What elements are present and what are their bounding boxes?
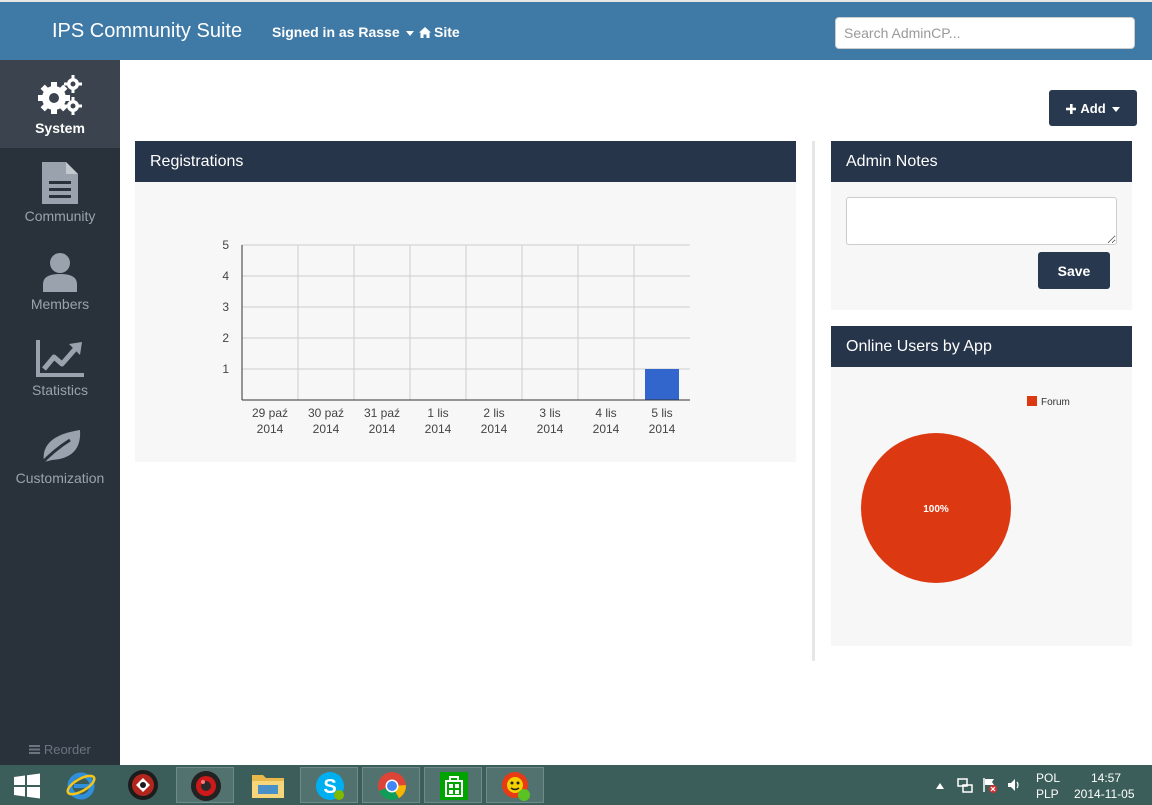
sidebar-item-statistics[interactable]: Statistics bbox=[0, 324, 120, 412]
slice-label: 100% bbox=[923, 504, 949, 515]
sidebar-item-system[interactable]: System bbox=[0, 60, 120, 148]
registrations-panel: Registrations 1 2 3 4 5 29 paź 2014 30 paź 2014 3… bbox=[135, 141, 796, 462]
x-tick-label: 31 paź bbox=[364, 406, 400, 420]
save-button[interactable]: Save bbox=[1038, 252, 1110, 289]
sidebar-item-members[interactable]: Members bbox=[0, 236, 120, 324]
network-icon[interactable] bbox=[957, 777, 973, 793]
online-users-panel: Online Users by App 100% Forum bbox=[831, 326, 1132, 646]
taskbar-internet-explorer[interactable] bbox=[52, 767, 110, 803]
admin-notes-body: Save bbox=[831, 182, 1132, 310]
online-users-body: 100% Forum bbox=[831, 367, 1132, 646]
y-tick-label: 2 bbox=[222, 331, 229, 345]
registrations-title: Registrations bbox=[135, 141, 796, 182]
admin-notes-panel: Admin Notes Save bbox=[831, 141, 1132, 310]
reorder-label: Reorder bbox=[43, 742, 91, 757]
x-tick-label: 2 lis bbox=[483, 406, 504, 420]
search-input[interactable] bbox=[835, 17, 1135, 49]
taskbar: S POL PLP 14:57 2014-11-05 bbox=[0, 765, 1152, 805]
tray-arrow-up-icon[interactable] bbox=[936, 783, 944, 789]
x-tick-label: 2014 bbox=[313, 422, 340, 436]
plus-icon bbox=[1066, 103, 1077, 114]
list-icon bbox=[29, 745, 41, 754]
online-users-chart: 100% Forum bbox=[861, 396, 1070, 583]
sidebar-item-customization[interactable]: Customization bbox=[0, 412, 120, 500]
x-tick-label: 2014 bbox=[593, 422, 620, 436]
x-tick-label: 2014 bbox=[649, 422, 676, 436]
registrations-body: 1 2 3 4 5 29 paź 2014 30 paź 2014 31 paź 2014 1 lis… bbox=[135, 182, 796, 462]
x-tick-label: 1 lis bbox=[427, 406, 448, 420]
x-tick-label: 4 lis bbox=[595, 406, 616, 420]
y-tick-label: 3 bbox=[222, 300, 229, 314]
clock-date[interactable]: 2014-11-05 bbox=[1074, 787, 1135, 801]
y-tick-label: 1 bbox=[222, 362, 229, 376]
chrome-icon bbox=[378, 772, 406, 800]
sidebar: System Community Members Statistics Cust… bbox=[0, 60, 120, 765]
volume-icon[interactable] bbox=[1007, 778, 1021, 792]
taskbar-media-app[interactable] bbox=[176, 767, 234, 803]
clock-time[interactable]: 14:57 bbox=[1091, 771, 1121, 785]
chart-icon bbox=[36, 340, 84, 377]
add-button[interactable]: Add bbox=[1049, 90, 1137, 126]
column-divider bbox=[812, 141, 815, 661]
taskbar-store[interactable] bbox=[424, 767, 482, 803]
caret-down-icon bbox=[1111, 106, 1120, 112]
site-link-label: Site bbox=[434, 24, 460, 40]
taskbar-chrome[interactable] bbox=[362, 767, 420, 803]
user-menu[interactable]: Signed in as Rasse bbox=[272, 24, 414, 40]
game-app-icon bbox=[128, 770, 158, 800]
admin-notes-input[interactable] bbox=[846, 197, 1117, 245]
skype-icon: S bbox=[316, 772, 344, 800]
add-button-label: Add bbox=[1080, 100, 1106, 116]
sidebar-item-label: Customization bbox=[15, 470, 105, 486]
language-indicator-bottom[interactable]: PLP bbox=[1036, 787, 1059, 801]
sun-app-icon bbox=[502, 772, 530, 801]
registrations-chart: 1 2 3 4 5 29 paź 2014 30 paź 2014 31 paź 2014 1 lis… bbox=[222, 238, 690, 436]
sidebar-item-label: Members bbox=[30, 296, 90, 312]
y-tick-label: 5 bbox=[222, 238, 229, 252]
x-tick-label: 2014 bbox=[425, 422, 452, 436]
flag-alert-icon[interactable] bbox=[982, 777, 998, 793]
top-header: IPS Community Suite Signed in as Rasse S… bbox=[0, 0, 1152, 60]
user-icon bbox=[43, 253, 77, 292]
document-icon bbox=[42, 162, 78, 204]
legend-swatch bbox=[1027, 396, 1037, 406]
sidebar-item-label: Statistics bbox=[31, 382, 88, 398]
x-tick-label: 3 lis bbox=[539, 406, 560, 420]
windows-start-icon bbox=[14, 773, 40, 799]
windows-start-button[interactable] bbox=[0, 767, 58, 803]
gear-icon bbox=[38, 75, 82, 115]
leaf-icon bbox=[38, 430, 81, 466]
sidebar-item-label: Community bbox=[24, 208, 96, 224]
x-tick-label: 2014 bbox=[257, 422, 284, 436]
bar bbox=[645, 369, 679, 400]
x-tick-label: 29 paź bbox=[252, 406, 288, 420]
home-icon bbox=[419, 27, 431, 38]
admin-notes-title: Admin Notes bbox=[831, 141, 1132, 182]
x-tick-label: 2014 bbox=[369, 422, 396, 436]
caret-down-icon bbox=[405, 30, 414, 36]
taskbar-file-explorer[interactable] bbox=[238, 767, 296, 803]
site-link[interactable]: Site bbox=[419, 24, 460, 40]
x-tick-label: 2014 bbox=[537, 422, 564, 436]
file-explorer-icon bbox=[252, 775, 284, 798]
x-tick-label: 2014 bbox=[481, 422, 508, 436]
internet-explorer-icon bbox=[66, 772, 96, 800]
store-icon bbox=[440, 772, 468, 800]
legend-label: Forum bbox=[1041, 397, 1070, 408]
taskbar-sun-app[interactable] bbox=[486, 767, 544, 803]
language-indicator-top[interactable]: POL bbox=[1036, 771, 1060, 785]
x-tick-label: 5 lis bbox=[651, 406, 672, 420]
y-tick-label: 4 bbox=[222, 269, 229, 283]
reorder-button[interactable]: Reorder bbox=[0, 742, 120, 757]
taskbar-skype[interactable]: S bbox=[300, 767, 358, 803]
online-users-title: Online Users by App bbox=[831, 326, 1132, 367]
sidebar-item-community[interactable]: Community bbox=[0, 148, 120, 236]
media-app-icon bbox=[191, 771, 221, 801]
user-menu-label: Signed in as Rasse bbox=[272, 24, 400, 40]
app-title[interactable]: IPS Community Suite bbox=[52, 20, 242, 43]
x-tick-label: 30 paź bbox=[308, 406, 344, 420]
taskbar-game-app[interactable] bbox=[114, 767, 172, 803]
sidebar-item-label: System bbox=[35, 120, 85, 136]
